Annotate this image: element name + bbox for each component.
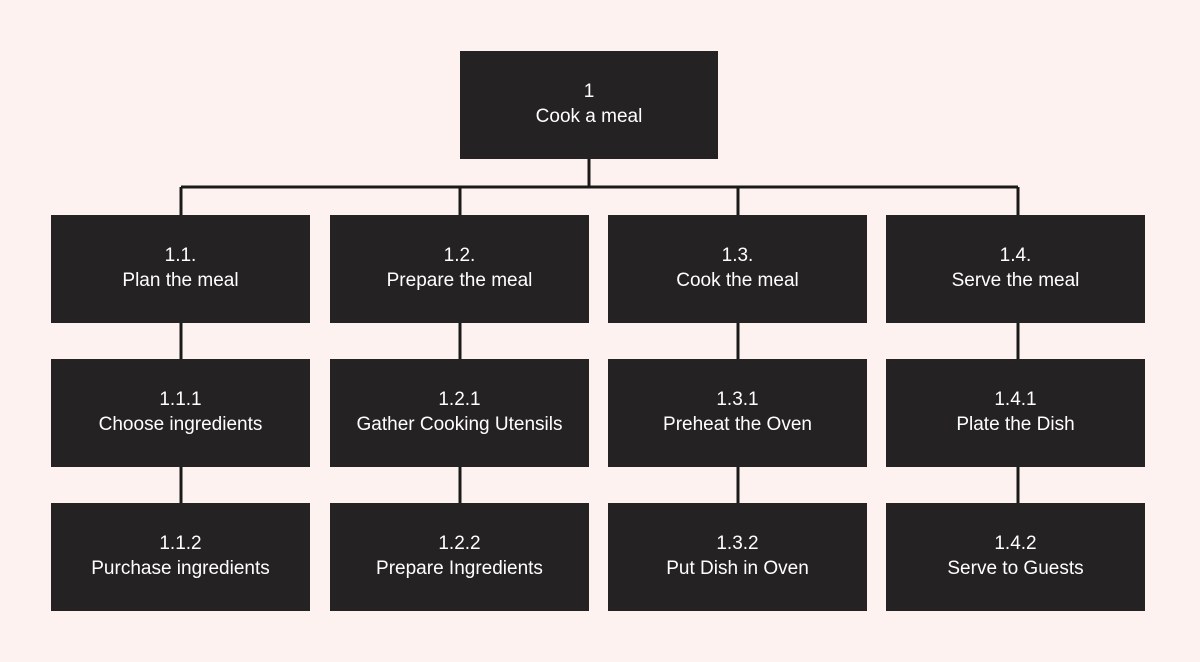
- wbs-node-title: Prepare the meal: [386, 270, 533, 291]
- wbs-node-n142[interactable]: 1.4.2 Serve to Guests: [886, 503, 1145, 611]
- wbs-node-code: 1.1.: [164, 245, 197, 267]
- wbs-node-n112[interactable]: 1.1.2 Purchase ingredients: [51, 503, 310, 611]
- wbs-node-n14[interactable]: 1.4. Serve the meal: [886, 215, 1145, 323]
- wbs-node-title: Plan the meal: [122, 270, 239, 291]
- wbs-node-n131[interactable]: 1.3.1 Preheat the Oven: [608, 359, 867, 467]
- wbs-diagram: 1 Cook a meal 1.1. Plan the meal 1.2. Prepare…: [0, 0, 1200, 662]
- wbs-node-n122[interactable]: 1.2.2 Prepare Ingredients: [330, 503, 589, 611]
- wbs-node-title: Serve to Guests: [947, 558, 1084, 579]
- wbs-node-code: 1.4.1: [994, 389, 1037, 411]
- wbs-node-title: Put Dish in Oven: [666, 558, 809, 579]
- wbs-node-code: 1.3.2: [716, 533, 759, 555]
- wbs-node-n11[interactable]: 1.1. Plan the meal: [51, 215, 310, 323]
- wbs-node-title: Preheat the Oven: [663, 414, 812, 435]
- wbs-node-title: Choose ingredients: [98, 414, 263, 435]
- wbs-node-n132[interactable]: 1.3.2 Put Dish in Oven: [608, 503, 867, 611]
- wbs-node-code: 1.3.: [721, 245, 754, 267]
- wbs-node-n13[interactable]: 1.3. Cook the meal: [608, 215, 867, 323]
- wbs-node-code: 1.4.2: [994, 533, 1037, 555]
- wbs-node-code: 1.1.1: [159, 389, 202, 411]
- wbs-node-title: Gather Cooking Utensils: [356, 414, 563, 435]
- wbs-node-title: Purchase ingredients: [91, 558, 270, 579]
- wbs-node-code: 1: [583, 81, 595, 103]
- wbs-node-title: Cook the meal: [676, 270, 799, 291]
- wbs-node-root[interactable]: 1 Cook a meal: [460, 51, 718, 159]
- wbs-node-title: Serve the meal: [951, 270, 1080, 291]
- wbs-node-n141[interactable]: 1.4.1 Plate the Dish: [886, 359, 1145, 467]
- wbs-node-code: 1.2.1: [438, 389, 481, 411]
- wbs-node-code: 1.3.1: [716, 389, 759, 411]
- wbs-node-title: Plate the Dish: [956, 414, 1075, 435]
- wbs-node-n111[interactable]: 1.1.1 Choose ingredients: [51, 359, 310, 467]
- wbs-node-title: Prepare Ingredients: [376, 558, 543, 579]
- wbs-node-code: 1.1.2: [159, 533, 202, 555]
- wbs-node-n121[interactable]: 1.2.1 Gather Cooking Utensils: [330, 359, 589, 467]
- wbs-node-title: Cook a meal: [535, 106, 643, 127]
- wbs-node-code: 1.4.: [999, 245, 1032, 267]
- wbs-node-code: 1.2.2: [438, 533, 481, 555]
- wbs-node-n12[interactable]: 1.2. Prepare the meal: [330, 215, 589, 323]
- wbs-node-code: 1.2.: [443, 245, 476, 267]
